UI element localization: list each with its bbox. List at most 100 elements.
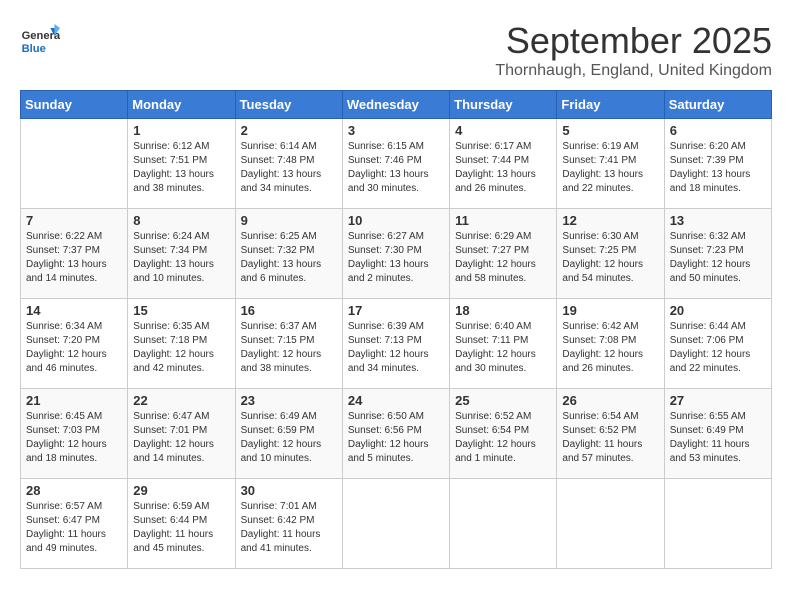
calendar-cell: 1 Sunrise: 6:12 AMSunset: 7:51 PMDaylight… — [128, 119, 235, 209]
day-number: 25 — [455, 393, 551, 408]
day-info: Sunrise: 6:45 AMSunset: 7:03 PMDaylight:… — [26, 410, 122, 466]
day-info: Sunrise: 6:40 AMSunset: 7:11 PMDaylight:… — [455, 320, 551, 376]
day-info: Sunrise: 6:59 AMSunset: 6:44 PMDaylight:… — [133, 500, 229, 556]
calendar-cell: 16 Sunrise: 6:37 AMSunset: 7:15 PMDayligh… — [235, 299, 342, 389]
day-info: Sunrise: 6:35 AMSunset: 7:18 PMDaylight:… — [133, 320, 229, 376]
day-number: 3 — [348, 123, 444, 138]
calendar-cell: 21 Sunrise: 6:45 AMSunset: 7:03 PMDayligh… — [21, 389, 128, 479]
day-info: Sunrise: 6:57 AMSunset: 6:47 PMDaylight:… — [26, 500, 122, 556]
day-info: Sunrise: 6:44 AMSunset: 7:06 PMDaylight:… — [670, 320, 766, 376]
day-number: 15 — [133, 303, 229, 318]
day-number: 2 — [241, 123, 337, 138]
calendar-cell: 26 Sunrise: 6:54 AMSunset: 6:52 PMDayligh… — [557, 389, 664, 479]
calendar-header-monday: Monday — [128, 91, 235, 119]
day-info: Sunrise: 6:32 AMSunset: 7:23 PMDaylight:… — [670, 230, 766, 286]
day-info: Sunrise: 6:30 AMSunset: 7:25 PMDaylight:… — [562, 230, 658, 286]
calendar-cell: 22Sunrise: 6:47 AMSunset: 7:01 PMDayligh… — [128, 389, 235, 479]
page-header: General Blue September 2025 Thornhaugh, … — [20, 20, 772, 80]
svg-text:Blue: Blue — [22, 43, 46, 55]
week-row-2: 7 Sunrise: 6:22 AMSunset: 7:37 PMDaylight… — [21, 209, 772, 299]
day-info: Sunrise: 6:47 AMSunset: 7:01 PMDaylight:… — [133, 410, 229, 466]
calendar-cell: 14Sunrise: 6:34 AMSunset: 7:20 PMDayligh… — [21, 299, 128, 389]
day-info: Sunrise: 6:34 AMSunset: 7:20 PMDaylight:… — [26, 320, 122, 376]
day-number: 1 — [133, 123, 229, 138]
calendar-cell: 13 Sunrise: 6:32 AMSunset: 7:23 PMDayligh… — [664, 209, 771, 299]
day-info: Sunrise: 6:22 AMSunset: 7:37 PMDaylight:… — [26, 230, 122, 286]
day-info: Sunrise: 6:55 AMSunset: 6:49 PMDaylight:… — [670, 410, 766, 466]
day-number: 18 — [455, 303, 551, 318]
calendar-cell: 9Sunrise: 6:25 AMSunset: 7:32 PMDaylight… — [235, 209, 342, 299]
day-info: Sunrise: 6:25 AMSunset: 7:32 PMDaylight:… — [241, 230, 337, 286]
day-number: 10 — [348, 213, 444, 228]
calendar-cell — [557, 479, 664, 569]
day-info: Sunrise: 6:17 AMSunset: 7:44 PMDaylight:… — [455, 140, 551, 196]
calendar-cell: 18 Sunrise: 6:40 AMSunset: 7:11 PMDayligh… — [450, 299, 557, 389]
day-info: Sunrise: 6:54 AMSunset: 6:52 PMDaylight:… — [562, 410, 658, 466]
day-info: Sunrise: 6:29 AMSunset: 7:27 PMDaylight:… — [455, 230, 551, 286]
day-info: Sunrise: 7:01 AMSunset: 6:42 PMDaylight:… — [241, 500, 337, 556]
calendar-cell: 15 Sunrise: 6:35 AMSunset: 7:18 PMDayligh… — [128, 299, 235, 389]
logo: General Blue — [20, 20, 64, 60]
day-number: 5 — [562, 123, 658, 138]
day-number: 17 — [348, 303, 444, 318]
day-info: Sunrise: 6:14 AMSunset: 7:48 PMDaylight:… — [241, 140, 337, 196]
title-block: September 2025 Thornhaugh, England, Unit… — [495, 20, 772, 80]
day-info: Sunrise: 6:50 AMSunset: 6:56 PMDaylight:… — [348, 410, 444, 466]
calendar-cell: 12Sunrise: 6:30 AMSunset: 7:25 PMDayligh… — [557, 209, 664, 299]
week-row-5: 28 Sunrise: 6:57 AMSunset: 6:47 PMDayligh… — [21, 479, 772, 569]
day-number: 27 — [670, 393, 766, 408]
calendar-cell: 24 Sunrise: 6:50 AMSunset: 6:56 PMDayligh… — [342, 389, 449, 479]
day-info: Sunrise: 6:49 AMSunset: 6:59 PMDaylight:… — [241, 410, 337, 466]
calendar-header-wednesday: Wednesday — [342, 91, 449, 119]
calendar-cell: 11Sunrise: 6:29 AMSunset: 7:27 PMDayligh… — [450, 209, 557, 299]
location: Thornhaugh, England, United Kingdom — [495, 62, 772, 80]
week-row-4: 21 Sunrise: 6:45 AMSunset: 7:03 PMDayligh… — [21, 389, 772, 479]
calendar-header-saturday: Saturday — [664, 91, 771, 119]
calendar-header-tuesday: Tuesday — [235, 91, 342, 119]
calendar-cell: 20 Sunrise: 6:44 AMSunset: 7:06 PMDayligh… — [664, 299, 771, 389]
calendar-cell: 29 Sunrise: 6:59 AMSunset: 6:44 PMDayligh… — [128, 479, 235, 569]
day-info: Sunrise: 6:42 AMSunset: 7:08 PMDaylight:… — [562, 320, 658, 376]
day-number: 21 — [26, 393, 122, 408]
day-info: Sunrise: 6:27 AMSunset: 7:30 PMDaylight:… — [348, 230, 444, 286]
calendar-header-thursday: Thursday — [450, 91, 557, 119]
day-number: 8 — [133, 213, 229, 228]
day-info: Sunrise: 6:20 AMSunset: 7:39 PMDaylight:… — [670, 140, 766, 196]
calendar-header-row: SundayMondayTuesdayWednesdayThursdayFrid… — [21, 91, 772, 119]
calendar-cell — [664, 479, 771, 569]
day-number: 20 — [670, 303, 766, 318]
day-info: Sunrise: 6:12 AMSunset: 7:51 PMDaylight:… — [133, 140, 229, 196]
day-number: 7 — [26, 213, 122, 228]
day-number: 6 — [670, 123, 766, 138]
calendar-cell: 28 Sunrise: 6:57 AMSunset: 6:47 PMDayligh… — [21, 479, 128, 569]
calendar-cell: 30 Sunrise: 7:01 AMSunset: 6:42 PMDayligh… — [235, 479, 342, 569]
calendar-cell: 5 Sunrise: 6:19 AMSunset: 7:41 PMDaylight… — [557, 119, 664, 209]
day-number: 16 — [241, 303, 337, 318]
day-number: 28 — [26, 483, 122, 498]
week-row-3: 14Sunrise: 6:34 AMSunset: 7:20 PMDayligh… — [21, 299, 772, 389]
calendar-cell: 4 Sunrise: 6:17 AMSunset: 7:44 PMDaylight… — [450, 119, 557, 209]
calendar-cell — [342, 479, 449, 569]
day-number: 13 — [670, 213, 766, 228]
day-info: Sunrise: 6:19 AMSunset: 7:41 PMDaylight:… — [562, 140, 658, 196]
calendar-cell: 27 Sunrise: 6:55 AMSunset: 6:49 PMDayligh… — [664, 389, 771, 479]
day-number: 26 — [562, 393, 658, 408]
calendar-header-sunday: Sunday — [21, 91, 128, 119]
calendar-table: SundayMondayTuesdayWednesdayThursdayFrid… — [20, 90, 772, 569]
calendar-cell: 19Sunrise: 6:42 AMSunset: 7:08 PMDayligh… — [557, 299, 664, 389]
calendar-header-friday: Friday — [557, 91, 664, 119]
day-info: Sunrise: 6:15 AMSunset: 7:46 PMDaylight:… — [348, 140, 444, 196]
day-number: 4 — [455, 123, 551, 138]
month-title: September 2025 — [495, 20, 772, 62]
day-number: 29 — [133, 483, 229, 498]
calendar-cell: 3 Sunrise: 6:15 AMSunset: 7:46 PMDaylight… — [342, 119, 449, 209]
day-info: Sunrise: 6:24 AMSunset: 7:34 PMDaylight:… — [133, 230, 229, 286]
day-info: Sunrise: 6:52 AMSunset: 6:54 PMDaylight:… — [455, 410, 551, 466]
calendar-cell: 6 Sunrise: 6:20 AMSunset: 7:39 PMDaylight… — [664, 119, 771, 209]
day-info: Sunrise: 6:37 AMSunset: 7:15 PMDaylight:… — [241, 320, 337, 376]
calendar-cell: 8 Sunrise: 6:24 AMSunset: 7:34 PMDaylight… — [128, 209, 235, 299]
calendar-cell: 10 Sunrise: 6:27 AMSunset: 7:30 PMDayligh… — [342, 209, 449, 299]
day-number: 30 — [241, 483, 337, 498]
day-number: 24 — [348, 393, 444, 408]
calendar-cell — [21, 119, 128, 209]
